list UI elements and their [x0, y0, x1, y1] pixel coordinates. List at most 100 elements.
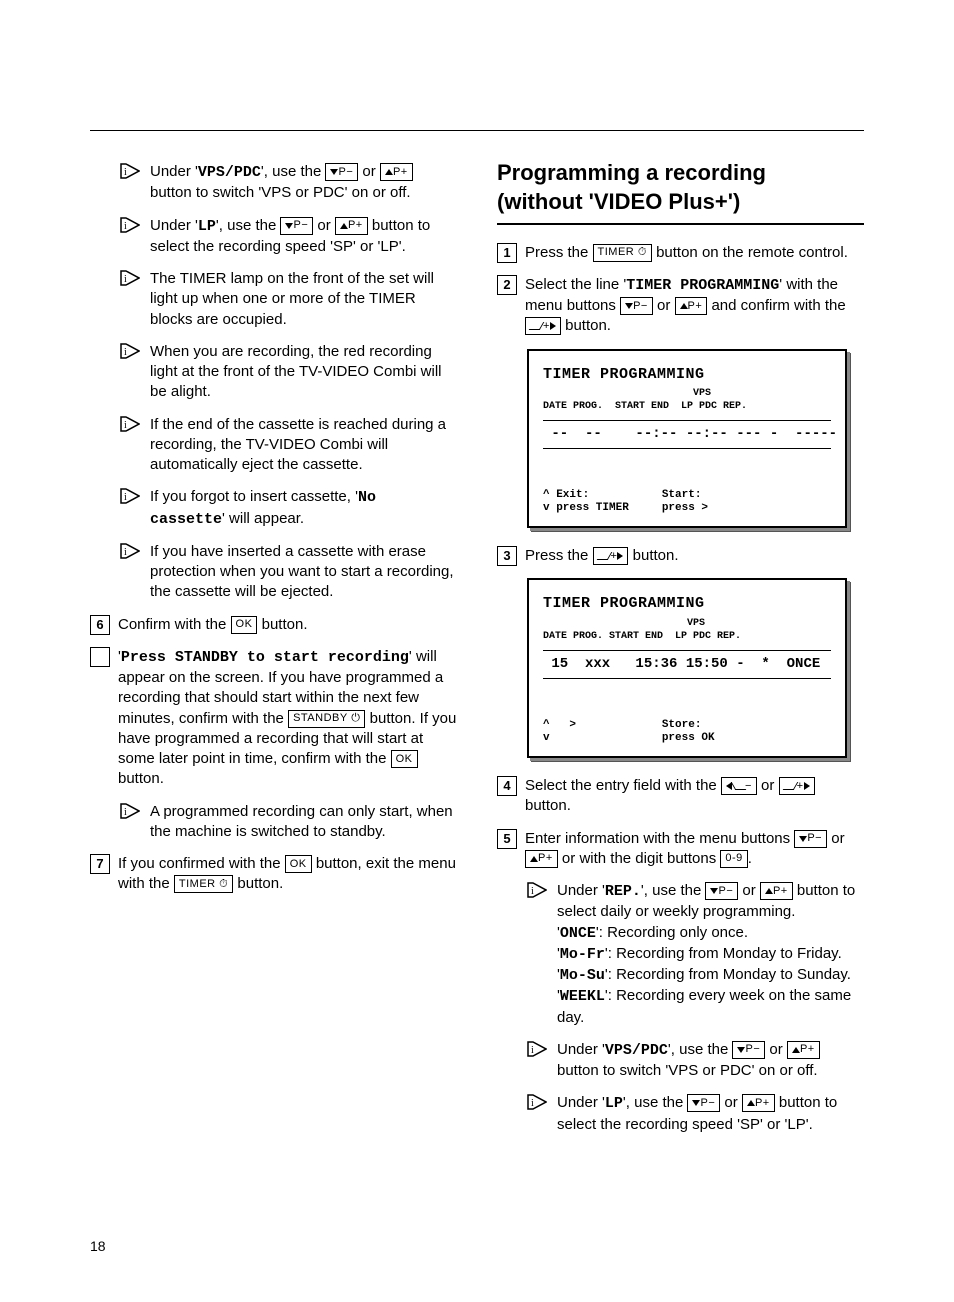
text: button on the remote control. [652, 244, 848, 261]
code: WEEKL [560, 988, 605, 1005]
info-arrow-icon: i [527, 1041, 549, 1057]
step-3: 3 Press the + button. [497, 546, 864, 566]
step-number: 2 [497, 275, 517, 295]
info-arrow-icon: i [120, 543, 142, 559]
svg-text:i: i [124, 807, 127, 818]
osd-footer: ^ Exit: Start: [543, 489, 831, 503]
text: Under ' [150, 163, 198, 180]
text: Under ' [557, 1094, 605, 1111]
step-number: 6 [90, 615, 110, 635]
p-plus-button: P+ [760, 882, 793, 900]
step-number: 5 [497, 829, 517, 849]
svg-text:i: i [531, 886, 534, 897]
osd-footer: v press OK [543, 732, 831, 746]
text: ': Recording from Monday to Sunday. [605, 966, 851, 983]
text: or [358, 163, 380, 180]
text: . [748, 850, 752, 867]
section-title-line2: (without 'VIDEO Plus+') [497, 189, 864, 214]
ok-button: OK [231, 616, 258, 634]
text: button. [561, 317, 611, 334]
code: Mo-Su [560, 967, 605, 984]
tip-vps-pdc: i Under 'VPS/PDC', use the P− or P+ butt… [120, 162, 457, 204]
digit-buttons: 0-9 [720, 850, 747, 868]
code: Press STANDBY to start recording [121, 649, 409, 666]
p-minus-button: P− [794, 830, 827, 848]
text: If you forgot to insert cassette, ' [150, 488, 358, 505]
osd-footer: v press TIMER press > [543, 502, 831, 516]
svg-text:i: i [124, 492, 127, 503]
page-number: 18 [90, 1238, 106, 1254]
osd-title: TIMER PROGRAMMING [543, 365, 831, 385]
note-press-standby: 'Press STANDBY to start recording' will … [90, 647, 457, 790]
tip-erase-protection: i If you have inserted a cassette with e… [120, 542, 457, 603]
p-minus-button: P− [705, 882, 738, 900]
code: LP [605, 1095, 623, 1112]
svg-text:i: i [124, 347, 127, 358]
code: REP. [605, 883, 641, 900]
p-plus-button: P+ [525, 850, 558, 868]
osd-header: VPS [543, 617, 831, 631]
text: button to switch 'VPS or PDC' on or off. [150, 184, 411, 201]
columns: i Under 'VPS/PDC', use the P− or P+ butt… [90, 160, 864, 1147]
section-title-line1: Programming a recording [497, 160, 864, 185]
text: button to switch 'VPS or PDC' on or off. [557, 1062, 818, 1079]
text: If the end of the cassette is reached du… [150, 415, 457, 476]
step-1: 1 Press the TIMER ⏱ button on the remote… [497, 243, 864, 263]
info-arrow-icon: i [120, 217, 142, 233]
text: The TIMER lamp on the front of the set w… [150, 269, 457, 330]
text: Under ' [150, 217, 198, 234]
page: i Under 'VPS/PDC', use the P− or P+ butt… [0, 0, 954, 1302]
osd-row: -- -- --:-- --:-- --- - ----- [543, 425, 831, 444]
text: ', use the [623, 1094, 688, 1111]
right-plus-button: + [779, 777, 815, 795]
text: ', use the [668, 1041, 733, 1058]
info-arrow-icon: i [120, 163, 142, 179]
osd-header: DATE PROG. START END LP PDC REP. [543, 400, 831, 414]
step-number: 1 [497, 243, 517, 263]
osd-screen-1: TIMER PROGRAMMING VPS DATE PROG. START E… [527, 349, 847, 529]
svg-text:i: i [124, 547, 127, 558]
top-rule [90, 130, 864, 131]
tip-lp-2: i Under 'LP', use the P− or P+ button to… [527, 1093, 864, 1135]
svg-text:i: i [124, 420, 127, 431]
p-minus-button: P− [620, 297, 653, 315]
svg-text:i: i [124, 274, 127, 285]
text: button. [233, 875, 283, 892]
svg-text:i: i [124, 167, 127, 178]
text: If you confirmed with the [118, 855, 285, 872]
info-arrow-icon: i [120, 270, 142, 286]
info-arrow-icon: i [527, 882, 549, 898]
text: button. [628, 547, 678, 564]
right-plus-button: + [593, 547, 629, 565]
p-plus-button: P+ [675, 297, 708, 315]
text: Under ' [557, 882, 605, 899]
p-plus-button: P+ [380, 163, 413, 181]
text: A programmed recording can only start, w… [150, 802, 457, 843]
text: Confirm with the [118, 616, 231, 633]
text: ': Recording only once. [596, 924, 748, 941]
info-arrow-icon: i [120, 343, 142, 359]
tip-cassette-end: i If the end of the cassette is reached … [120, 415, 457, 476]
text: or [765, 1041, 787, 1058]
osd-title: TIMER PROGRAMMING [543, 594, 831, 614]
tip-vps-pdc-2: i Under 'VPS/PDC', use the P− or P+ butt… [527, 1040, 864, 1082]
right-plus-button: + [525, 317, 561, 335]
step-number: 4 [497, 776, 517, 796]
text: Press the [525, 244, 593, 261]
text: or [313, 217, 335, 234]
text: or [738, 882, 760, 899]
p-minus-button: P− [732, 1041, 765, 1059]
osd-header: DATE PROG. START END LP PDC REP. [543, 630, 831, 644]
step-5: 5 Enter information with the menu button… [497, 829, 864, 870]
text: Under ' [557, 1041, 605, 1058]
p-plus-button: P+ [742, 1094, 775, 1112]
text: or with the digit buttons [558, 850, 721, 867]
p-minus-button: P− [687, 1094, 720, 1112]
code: TIMER PROGRAMMING [626, 277, 779, 294]
text: or [757, 777, 779, 794]
step-number: 7 [90, 854, 110, 874]
step-6: 6 Confirm with the OK button. [90, 615, 457, 635]
step-4: 4 Select the entry field with the − or +… [497, 776, 864, 817]
text: and confirm with the [707, 297, 845, 314]
code: VPS/PDC [605, 1042, 668, 1059]
